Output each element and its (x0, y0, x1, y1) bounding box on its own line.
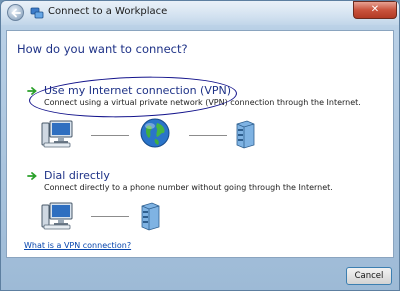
back-button[interactable] (7, 4, 24, 21)
close-button[interactable]: ✕ (353, 1, 397, 19)
window-title: Connect to a Workplace (48, 6, 168, 17)
title-bar: Connect to a Workplace ✕ (1, 1, 399, 25)
back-arrow-icon (11, 8, 21, 18)
content-panel: How do you want to connect? Use my Inter… (6, 30, 394, 258)
connection-line (189, 135, 227, 136)
cancel-button[interactable]: Cancel (346, 267, 392, 285)
what-is-vpn-link[interactable]: What is a VPN connection? (24, 241, 131, 250)
connection-line (91, 135, 129, 136)
network-icon (30, 7, 44, 19)
option-dial-title: Dial directly (44, 169, 110, 182)
option-dial-description: Connect directly to a phone number witho… (44, 183, 333, 192)
wizard-window: Connect to a Workplace ✕ How do you want… (0, 0, 400, 291)
page-heading: How do you want to connect? (17, 42, 188, 56)
computer-icon (41, 202, 73, 230)
green-arrow-icon (27, 172, 37, 180)
server-icon (236, 120, 255, 149)
annotation-circle (28, 73, 238, 121)
computer-icon (41, 120, 73, 148)
server-icon (141, 202, 160, 231)
globe-icon (140, 118, 170, 148)
connection-line (91, 216, 129, 217)
